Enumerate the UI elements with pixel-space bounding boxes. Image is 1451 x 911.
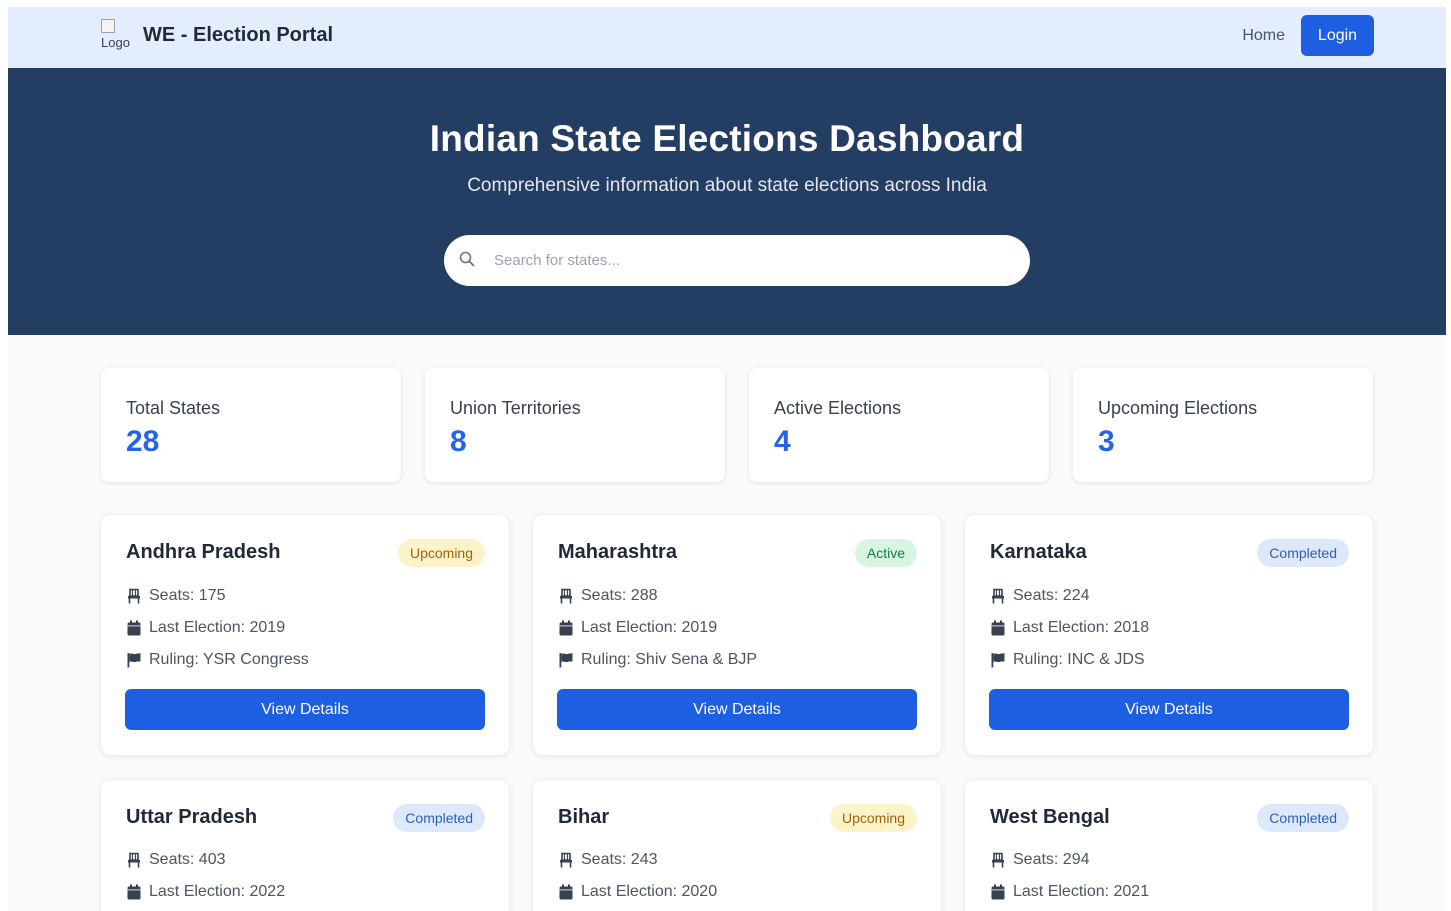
hero: Indian State Elections Dashboard Compreh… <box>8 68 1446 335</box>
stat-upcoming-elections: Upcoming Elections 3 <box>1073 368 1373 482</box>
stat-label: Active Elections <box>774 398 902 418</box>
brand[interactable]: Logo WE - Election Portal <box>101 19 333 51</box>
logo-image: Logo <box>101 19 135 51</box>
last-election-text: Last Election: 2019 <box>581 619 718 636</box>
broken-image-icon <box>101 19 115 33</box>
status-badge: Upcoming <box>829 804 917 832</box>
calendar-icon <box>127 620 141 636</box>
last-election-text: Last Election: 2020 <box>581 883 718 900</box>
status-badge: Completed <box>1257 539 1349 567</box>
page-title: Indian State Elections Dashboard <box>429 118 1025 159</box>
last-election-info: Last Election: 2020 <box>558 883 717 901</box>
seats-text: Seats: 175 <box>149 587 226 604</box>
stat-label: Upcoming Elections <box>1098 398 1258 418</box>
last-election-info: Last Election: 2019 <box>126 619 285 637</box>
search-icon <box>459 251 475 267</box>
search-input[interactable] <box>494 235 1014 286</box>
view-details-button[interactable]: View Details <box>989 689 1349 730</box>
calendar-icon <box>991 884 1005 900</box>
stat-total-states: Total States 28 <box>101 368 401 482</box>
chair-icon <box>128 852 140 868</box>
seats-info: Seats: 403 <box>126 851 226 869</box>
last-election-info: Last Election: 2019 <box>558 619 717 637</box>
state-name: Bihar <box>558 806 610 828</box>
seats-info: Seats: 243 <box>558 851 658 869</box>
seats-info: Seats: 175 <box>126 587 226 605</box>
brand-title: WE - Election Portal <box>143 23 334 46</box>
state-card-uttar-pradesh: Uttar Pradesh Completed Seats: 403 Last … <box>101 780 509 911</box>
ruling-text: Ruling: INC & JDS <box>1013 651 1145 668</box>
ruling-info: Ruling: Shiv Sena & BJP <box>558 651 757 669</box>
page-subtitle: Comprehensive information about state el… <box>467 175 987 196</box>
stat-value: 28 <box>126 425 160 458</box>
last-election-info: Last Election: 2021 <box>990 883 1149 901</box>
flag-icon <box>991 653 1005 668</box>
seats-text: Seats: 243 <box>581 851 658 868</box>
page: Logo WE - Election Portal Home Login Ind… <box>8 7 1446 911</box>
flag-icon <box>559 653 573 668</box>
state-card-karnataka: Karnataka Completed Seats: 224 Last Elec… <box>965 515 1373 755</box>
calendar-icon <box>559 884 573 900</box>
stat-union-territories: Union Territories 8 <box>425 368 725 482</box>
last-election-info: Last Election: 2022 <box>126 883 285 901</box>
seats-text: Seats: 403 <box>149 851 226 868</box>
calendar-icon <box>991 620 1005 636</box>
last-election-text: Last Election: 2018 <box>1013 619 1150 636</box>
nav-links: Home Login <box>1242 15 1374 56</box>
state-name: Karnataka <box>990 541 1087 563</box>
state-name: Maharashtra <box>558 541 677 563</box>
ruling-info: Ruling: YSR Congress <box>126 651 309 669</box>
seats-info: Seats: 288 <box>558 587 658 605</box>
state-name: Uttar Pradesh <box>126 806 258 828</box>
calendar-icon <box>559 620 573 636</box>
view-details-button[interactable]: View Details <box>557 689 917 730</box>
state-name: Andhra Pradesh <box>126 541 281 563</box>
chair-icon <box>992 852 1004 868</box>
state-card-maharashtra: Maharashtra Active Seats: 288 Last Elect… <box>533 515 941 755</box>
ruling-text: Ruling: YSR Congress <box>149 651 309 668</box>
navbar: Logo WE - Election Portal Home Login <box>8 7 1446 68</box>
stat-active-elections: Active Elections 4 <box>749 368 1049 482</box>
stat-value: 4 <box>774 425 791 458</box>
seats-info: Seats: 224 <box>990 587 1090 605</box>
last-election-info: Last Election: 2018 <box>990 619 1149 637</box>
search-bar <box>444 235 1030 286</box>
status-badge: Completed <box>1257 804 1349 832</box>
calendar-icon <box>127 884 141 900</box>
nav-home-link[interactable]: Home <box>1242 27 1285 45</box>
chair-icon <box>992 588 1004 604</box>
view-details-button[interactable]: View Details <box>125 689 485 730</box>
stat-label: Union Territories <box>450 398 581 418</box>
flag-icon <box>127 653 141 668</box>
chair-icon <box>560 588 572 604</box>
last-election-text: Last Election: 2019 <box>149 619 286 636</box>
seats-text: Seats: 224 <box>1013 587 1090 604</box>
status-badge: Active <box>854 539 917 567</box>
last-election-text: Last Election: 2022 <box>149 883 286 900</box>
state-card-west-bengal: West Bengal Completed Seats: 294 Last El… <box>965 780 1373 911</box>
logo-alt-text: Logo <box>101 35 130 50</box>
ruling-info: Ruling: INC & JDS <box>990 651 1145 669</box>
seats-text: Seats: 294 <box>1013 851 1090 868</box>
stat-label: Total States <box>126 398 221 418</box>
ruling-text: Ruling: Shiv Sena & BJP <box>581 651 758 668</box>
login-button[interactable]: Login <box>1301 15 1374 56</box>
seats-info: Seats: 294 <box>990 851 1090 869</box>
state-name: West Bengal <box>990 806 1110 828</box>
status-badge: Completed <box>393 804 485 832</box>
status-badge: Upcoming <box>397 539 485 567</box>
state-card-andhra-pradesh: Andhra Pradesh Upcoming Seats: 175 Last … <box>101 515 509 755</box>
stat-value: 3 <box>1098 425 1115 458</box>
last-election-text: Last Election: 2021 <box>1013 883 1150 900</box>
chair-icon <box>128 588 140 604</box>
state-card-bihar: Bihar Upcoming Seats: 243 Last Election:… <box>533 780 941 911</box>
stat-value: 8 <box>450 425 467 458</box>
seats-text: Seats: 288 <box>581 587 658 604</box>
chair-icon <box>560 852 572 868</box>
